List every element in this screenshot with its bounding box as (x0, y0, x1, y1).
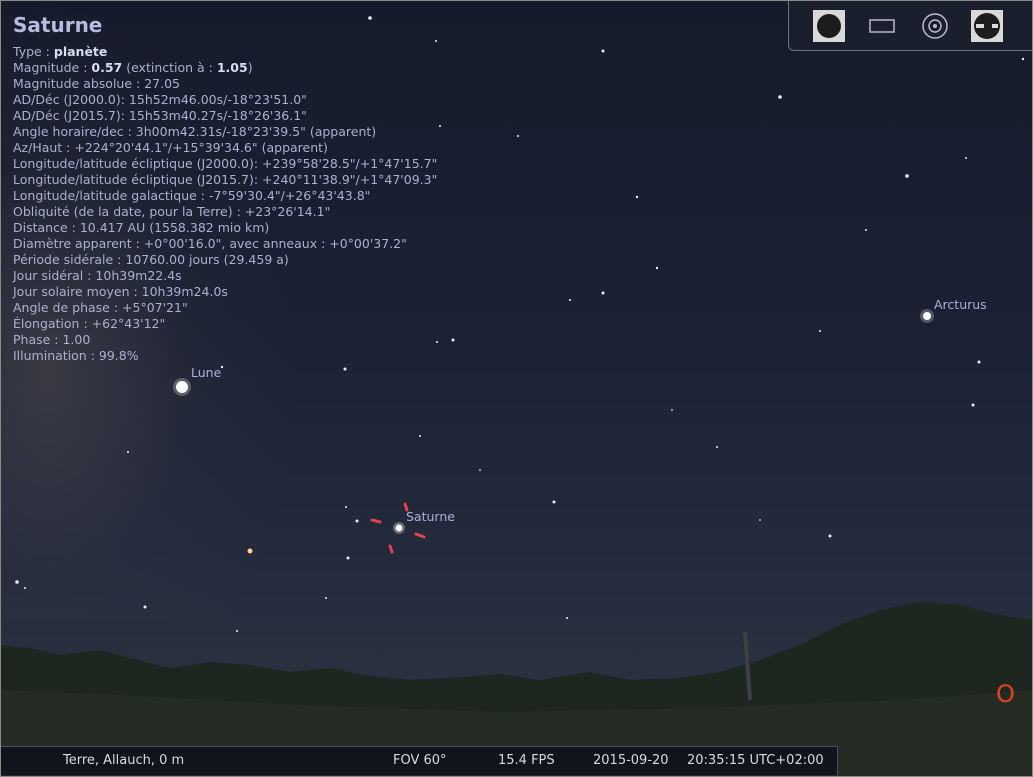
arcturus-label[interactable]: Arcturus (934, 297, 987, 312)
info-row: Angle horaire/dec : 3h00m42.31s/-18°23'3… (13, 124, 377, 139)
info-row: Jour sidéral : 10h39m22.4s (13, 268, 182, 283)
fov-text: FOV 60° (393, 753, 447, 768)
rectangle-icon[interactable] (867, 10, 899, 42)
info-row: AD/Déc (J2000.0): 15h52m46.00s/-18°23'51… (13, 92, 307, 107)
moon-label[interactable]: Lune (191, 365, 221, 380)
info-row: Distance : 10.417 AU (1558.382 mio km) (13, 220, 270, 235)
object-info-panel: Saturne Type : planète Magnitude : 0.57 … (13, 12, 437, 364)
info-row: Diamètre apparent : +0°00'16.0", avec an… (13, 236, 407, 251)
info-row: Longitude/latitude écliptique (J2015.7):… (13, 172, 438, 187)
date-text[interactable]: 2015-09-20 (593, 753, 669, 768)
info-row: Longitude/latitude galactique : -7°59'30… (13, 188, 371, 203)
concentric-circles-icon[interactable] (919, 10, 951, 42)
info-row-magnitude: Magnitude : 0.57 (extinction à : 1.05) (13, 60, 253, 75)
info-row: Période sidérale : 10760.00 jours (29.45… (13, 252, 289, 267)
info-row: Magnitude absolue : 27.05 (13, 76, 180, 91)
filled-circle-icon[interactable] (813, 10, 845, 42)
info-row: Longitude/latitude écliptique (J2000.0):… (13, 156, 438, 171)
info-row: Az/Haut : +224°20'44.1"/+15°39'34.6" (ap… (13, 140, 328, 155)
info-row-type: Type : planète (13, 44, 108, 59)
info-row: Jour solaire moyen : 10h39m24.0s (13, 284, 228, 299)
saturn-label[interactable]: Saturne (406, 509, 455, 524)
info-row: Angle de phase : +5°07'21" (13, 300, 188, 315)
object-name: Saturne (13, 13, 103, 37)
info-row: Phase : 1.00 (13, 332, 91, 347)
info-row: AD/Déc (J2015.7): 15h53m40.27s/-18°26'36… (13, 108, 307, 123)
compass-west-label: O (996, 680, 1015, 708)
status-bar: Terre, Allauch, 0 m FOV 60° 15.4 FPS 201… (0, 746, 838, 775)
info-row: Illumination : 99.8% (13, 348, 139, 363)
eyepiece-icon[interactable] (971, 10, 1003, 42)
fps-text: 15.4 FPS (498, 753, 555, 768)
info-row: Élongation : +62°43'12" (13, 316, 166, 331)
view-toolbar (788, 0, 1033, 51)
time-text[interactable]: 20:35:15 UTC+02:00 (687, 753, 824, 768)
location-text[interactable]: Terre, Allauch, 0 m (63, 753, 184, 768)
info-row: Obliquité (de la date, pour la Terre) : … (13, 204, 331, 219)
